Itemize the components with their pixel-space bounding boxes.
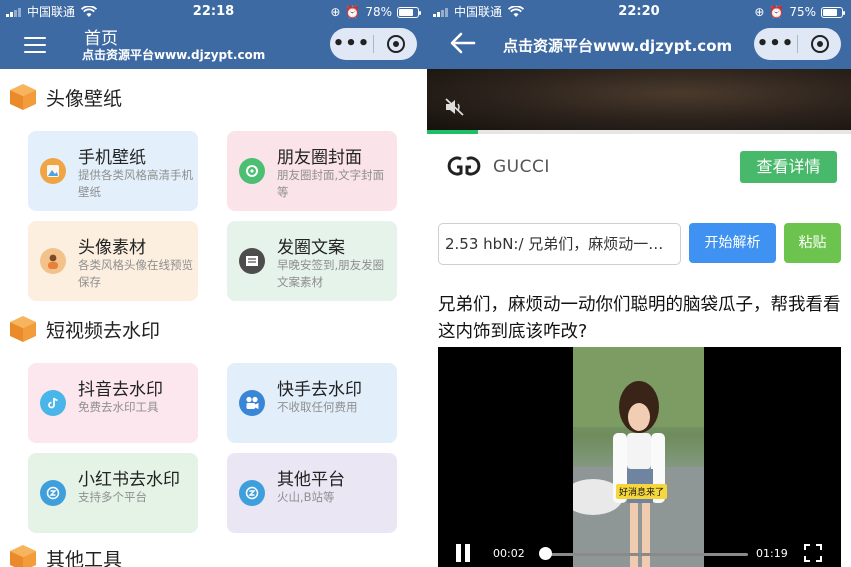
mute-icon[interactable]: [444, 97, 466, 117]
more-button[interactable]: •••: [330, 28, 373, 60]
parse-screen: 中国联通 22:20 ⊕ ⏰ 75% 点击资源平台www.djzypt.com …: [427, 0, 851, 567]
seek-bar[interactable]: [540, 553, 748, 556]
more-button[interactable]: •••: [754, 28, 797, 60]
page-subtitle: 点击资源平台www.djzypt.com: [82, 48, 266, 62]
cube-icon: [10, 316, 36, 342]
miniprogram-capsule: •••: [754, 28, 841, 60]
battery-icon: [397, 6, 421, 18]
card-title: 手机壁纸: [78, 148, 146, 168]
target-icon: [810, 35, 829, 53]
rotation-lock-icon: ⊕: [754, 5, 765, 19]
section-avatar-wallpaper: 头像壁纸: [8, 82, 122, 112]
card-title: 朋友圈封面: [277, 148, 362, 168]
seek-handle[interactable]: [539, 547, 553, 560]
section-title: 其他工具: [46, 548, 123, 567]
battery-percent: 75%: [789, 5, 816, 19]
start-parse-button[interactable]: 开始解析: [689, 223, 776, 263]
home-screen: 中国联通 22:18 ⊕ ⏰ 78% 首页 点击资源平台www.djzypt.c…: [0, 0, 427, 567]
paste-button[interactable]: 粘贴: [784, 223, 841, 263]
card-kuaishou-watermark[interactable]: 快手去水印 不收取任何费用: [227, 363, 397, 443]
miniprogram-capsule: •••: [330, 28, 417, 60]
gucci-logo-icon: [447, 156, 481, 176]
close-miniprogram-button[interactable]: [798, 35, 841, 53]
copywriting-icon: [239, 248, 265, 274]
card-desc: 免费去水印工具: [78, 400, 159, 414]
cube-icon: [10, 545, 36, 567]
card-desc: 朋友圈封面,文字封面等: [277, 168, 385, 199]
card-phone-wallpaper[interactable]: 手机壁纸 提供各类风格高清手机壁纸: [28, 131, 198, 211]
card-desc: 支持多个平台: [78, 490, 147, 504]
cover-icon: [239, 158, 265, 184]
card-title: 抖音去水印: [78, 380, 163, 400]
pause-icon[interactable]: [456, 544, 472, 562]
card-desc: 早晚安签到,朋友发圈文案素材: [277, 258, 385, 289]
video-caption: 兄弟们，麻烦动一动你们聪明的脑袋瓜子，帮我看看这内饰到底该咋改?: [438, 295, 841, 342]
ad-video[interactable]: [427, 69, 851, 130]
card-title: 其他平台: [277, 470, 345, 490]
section-other-tools: 其他工具: [8, 543, 122, 567]
parse-nav-bar: 中国联通 22:20 ⊕ ⏰ 75% 点击资源平台www.djzypt.com …: [427, 0, 851, 69]
card-xiaohongshu-watermark[interactable]: 小红书去水印 支持多个平台: [28, 453, 198, 533]
card-douyin-watermark[interactable]: 抖音去水印 免费去水印工具: [28, 363, 198, 443]
menu-icon[interactable]: [24, 37, 46, 53]
alarm-icon: ⏰: [769, 5, 785, 19]
section-title: 头像壁纸: [46, 87, 123, 110]
card-other-platforms[interactable]: 其他平台 火山,B站等: [227, 453, 397, 533]
section-title: 短视频去水印: [46, 319, 161, 342]
view-details-button[interactable]: 查看详情: [740, 151, 837, 183]
avatar-icon: [40, 248, 66, 274]
video-frame: 好消息来了: [573, 347, 704, 567]
kuaishou-icon: [239, 390, 265, 416]
wallpaper-icon: [40, 158, 66, 184]
card-title: 小红书去水印: [78, 470, 180, 490]
card-desc: 不收取任何费用: [277, 400, 358, 414]
section-video-watermark: 短视频去水印: [8, 314, 160, 344]
battery-percent: 78%: [365, 5, 392, 19]
home-nav-bar: 中国联通 22:18 ⊕ ⏰ 78% 首页 点击资源平台www.djzypt.c…: [0, 0, 427, 69]
total-time: 01:19: [756, 547, 788, 560]
share-link-input[interactable]: 2.53 hbN:/ 兄弟们，麻烦动一动你们聪明的脑袋瓜子: [438, 223, 681, 265]
back-arrow-icon[interactable]: [449, 31, 477, 55]
card-title: 头像素材: [78, 238, 146, 258]
xiaohongshu-icon: [40, 480, 66, 506]
card-title: 发圈文案: [277, 238, 345, 258]
card-desc: 火山,B站等: [277, 490, 335, 504]
page-title: 点击资源平台www.djzypt.com: [503, 37, 733, 55]
target-icon: [386, 35, 405, 53]
battery-icon: [821, 6, 845, 18]
subtitle-badge: 好消息来了: [616, 484, 668, 499]
alarm-icon: ⏰: [345, 5, 361, 19]
other-platform-icon: [239, 480, 265, 506]
card-avatar-material[interactable]: 头像素材 各类风格头像在线预览保存: [28, 221, 198, 301]
card-desc: 各类风格头像在线预览保存: [78, 258, 193, 289]
card-title: 快手去水印: [277, 380, 362, 400]
current-time: 00:02: [493, 547, 525, 560]
ad-brand-name: GUCCI: [493, 157, 550, 177]
ad-progress-bar: [427, 130, 851, 134]
status-right: ⊕ ⏰ 75%: [754, 3, 845, 21]
status-right: ⊕ ⏰ 78%: [330, 3, 421, 21]
card-moments-cover[interactable]: 朋友圈封面 朋友圈封面,文字封面等: [227, 131, 397, 211]
rotation-lock-icon: ⊕: [330, 5, 341, 19]
video-player[interactable]: 好消息来了 00:02 01:19: [438, 347, 841, 567]
cube-icon: [10, 84, 36, 110]
douyin-icon: [40, 390, 66, 416]
card-moments-copy[interactable]: 发圈文案 早晚安签到,朋友发圈文案素材: [227, 221, 397, 301]
card-desc: 提供各类风格高清手机壁纸: [78, 168, 193, 199]
fullscreen-icon[interactable]: [804, 544, 822, 562]
video-thumbnail: [573, 347, 704, 567]
close-miniprogram-button[interactable]: [374, 35, 417, 53]
